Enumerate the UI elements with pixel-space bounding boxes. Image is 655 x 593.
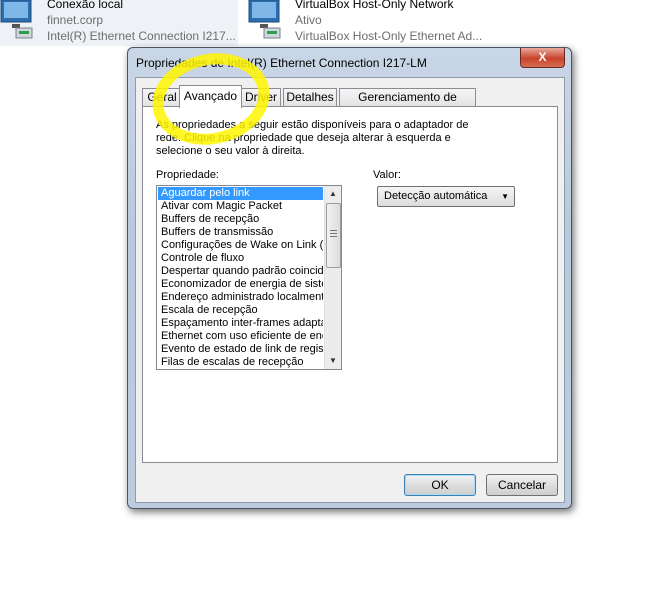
property-item[interactable]: Espaçamento inter-frames adaptati — [158, 317, 323, 330]
close-button[interactable]: X — [520, 48, 565, 68]
dialog-client-area: Geral Avançado Driver Detalhes Gerenciam… — [135, 77, 565, 503]
connection-name: Conexão local — [47, 0, 124, 11]
scroll-down-arrow-icon[interactable]: ▼ — [325, 353, 341, 369]
ok-button[interactable]: OK — [404, 474, 476, 496]
connection-status: Ativo — [295, 13, 322, 27]
value-selected: Detecção automática — [384, 190, 488, 202]
property-item[interactable]: Economizador de energia de sisten — [158, 278, 323, 291]
description-text: As propriedades a seguir estão disponíve… — [156, 119, 469, 157]
tab-driver[interactable]: Driver — [241, 88, 281, 107]
property-item[interactable]: Despertar quando padrão coincide — [158, 265, 323, 278]
connection-item-local[interactable]: Conexão local finnet.corp Intel(R) Ether… — [0, 0, 238, 46]
property-item[interactable]: Ativar com Magic Packet — [158, 200, 323, 213]
property-listbox[interactable]: Aguardar pelo link Ativar com Magic Pack… — [156, 185, 342, 370]
network-connections-list: Conexão local finnet.corp Intel(R) Ether… — [0, 0, 655, 46]
chevron-down-icon: ▼ — [501, 192, 509, 201]
close-icon: X — [538, 50, 547, 64]
property-item[interactable]: Evento de estado de link de registr — [158, 343, 323, 356]
network-adapter-icon — [0, 0, 33, 39]
dialog-title: Propriedades de Intel(R) Ethernet Connec… — [136, 56, 427, 70]
property-item[interactable]: Buffers de recepção — [158, 213, 323, 226]
tab-gerenciamento-energia[interactable]: Gerenciamento de Energia — [339, 88, 476, 121]
network-adapter-icon — [248, 0, 281, 39]
property-scrollbar[interactable]: ▲ ▼ — [324, 186, 341, 369]
property-item[interactable]: Ethernet com uso eficiente de ener — [158, 330, 323, 343]
property-item[interactable]: Endereço administrado localmente — [158, 291, 323, 304]
property-label: Propriedade: — [156, 169, 219, 181]
value-label: Valor: — [373, 169, 401, 181]
property-item[interactable]: Configurações de Wake on Link (a — [158, 239, 323, 252]
property-item[interactable]: Filas de escalas de recepção — [158, 356, 323, 369]
scrollbar-thumb[interactable] — [326, 203, 341, 268]
property-item[interactable]: Buffers de transmissão — [158, 226, 323, 239]
advanced-tab-panel: As propriedades a seguir estão disponíve… — [142, 106, 558, 463]
property-item[interactable]: Escala de recepção — [158, 304, 323, 317]
tab-avancado[interactable]: Avançado — [179, 85, 242, 108]
tab-detalhes[interactable]: Detalhes — [283, 88, 337, 107]
connection-name: VirtualBox Host-Only Network — [295, 0, 454, 11]
connection-status: finnet.corp — [47, 13, 104, 27]
tab-geral[interactable]: Geral — [142, 88, 182, 107]
value-dropdown[interactable]: Detecção automática ▼ — [377, 186, 515, 207]
property-item[interactable]: Controle de fluxo — [158, 252, 323, 265]
connection-adapter: VirtualBox Host-Only Ethernet Ad... — [295, 29, 483, 43]
connection-item-virtualbox[interactable]: VirtualBox Host-Only Network Ativo Virtu… — [248, 0, 488, 46]
scroll-up-arrow-icon[interactable]: ▲ — [325, 186, 341, 202]
property-item-selected[interactable]: Aguardar pelo link — [158, 187, 323, 200]
adapter-properties-dialog: Propriedades de Intel(R) Ethernet Connec… — [127, 47, 572, 509]
connection-adapter: Intel(R) Ethernet Connection I217... — [47, 29, 236, 43]
grip-icon — [330, 230, 337, 239]
cancel-button[interactable]: Cancelar — [486, 474, 558, 496]
